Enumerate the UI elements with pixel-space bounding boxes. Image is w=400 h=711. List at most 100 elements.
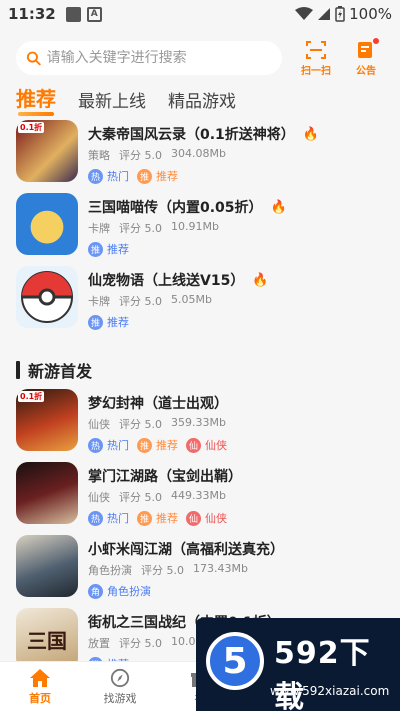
watermark-badge: 5 [206,632,264,690]
nav-find-games-label: 找游戏 [103,691,137,705]
game-size: 10.91Mb [171,220,219,233]
tab-bar: 推荐 最新上线 精品游戏 [0,80,400,116]
recommend-list: 0.1折 大秦帝国风云录（0.1折送神将） 🔥 策略 评分 5.0 304.08Mb … [0,120,400,337]
game-size: 10.0 [171,635,196,648]
roleplay-icon: 角 [88,583,103,599]
game-size: 449.33Mb [171,489,226,502]
home-icon [30,668,50,687]
nav-home[interactable]: 首页 [0,662,80,711]
game-item[interactable]: 小虾米闯江湖（高福利送真充） 角色扮演 评分 5.0 173.43Mb 角角色扮演 [16,535,384,606]
hot-icon: 热 [88,510,103,526]
pokeball-icon [21,271,73,323]
game-rating: 评分 5.0 [119,491,162,504]
signal-icon [318,8,331,20]
tab-featured[interactable]: 精品游戏 [168,87,236,116]
app-screen: 11:32 A 100% 扫一扫 公告 推荐 最新上线 [0,0,400,711]
scan-label: 扫一扫 [301,65,331,77]
notification-icon [65,6,81,22]
section-new-games: 新游首发 [0,353,400,387]
notice-label: 公告 [356,65,376,77]
game-category: 卡牌 [88,295,110,308]
game-size: 5.05Mb [171,293,212,306]
game-title: 小虾米闯江湖（高福利送真充） [88,542,284,558]
status-time: 11:32 [8,5,56,23]
tag-hot: 热热门 [88,168,129,184]
nav-find-games[interactable]: 找游戏 [80,662,160,711]
game-size: 173.43Mb [193,562,248,575]
scan-icon [306,40,326,59]
notice-button[interactable]: 公告 [346,37,386,77]
game-rating: 评分 5.0 [119,295,162,308]
tab-latest[interactable]: 最新上线 [78,87,146,116]
wifi-icon [295,7,314,20]
game-size: 304.08Mb [171,147,226,160]
game-thumbnail [16,535,78,597]
recommend-icon: 推 [88,314,103,330]
section-title: 新游首发 [28,362,93,381]
watermark-url: www.592xiazai.com [270,684,390,698]
game-category: 卡牌 [88,222,110,235]
game-thumbnail [16,462,78,524]
game-item[interactable]: 掌门江湖路（宝剑出鞘） 仙侠 评分 5.0 449.33Mb 热热门 推推荐 仙仙侠 [16,462,384,533]
tag-recommend: 推推荐 [137,437,178,453]
tag-hot: 热热门 [88,437,129,453]
battery-percent: 100% [349,5,392,23]
game-rating: 评分 5.0 [119,222,162,235]
notice-badge [373,37,379,44]
game-rating: 评分 5.0 [119,149,162,162]
tag-recommend: 推推荐 [137,168,178,184]
watermark-logo: 5 592下载 www.592xiazai.com [196,618,400,711]
game-thumbnail [16,193,78,255]
tag-roleplay: 角角色扮演 [88,583,151,599]
game-size: 359.33Mb [171,416,226,429]
compass-icon [110,668,130,687]
game-category: 放置 [88,637,110,650]
recommend-icon: 推 [137,437,152,453]
game-thumbnail: 0.1折 [16,120,78,182]
game-item[interactable]: 0.1折 梦幻封神（道士出观） 仙侠 评分 5.0 359.33Mb 热热门 推推荐… [16,389,384,460]
tag-xianxia: 仙仙侠 [186,510,227,526]
discount-badge: 0.1折 [18,391,45,402]
search-bar[interactable] [16,41,282,75]
nav-home-label: 首页 [29,691,51,705]
fire-icon: 🔥 [302,126,319,142]
game-rating: 评分 5.0 [141,564,184,577]
game-category: 角色扮演 [88,564,132,577]
game-category: 策略 [88,149,110,162]
game-rating: 评分 5.0 [119,418,162,431]
search-header: 扫一扫 公告 [0,28,400,80]
watermark-brand: 592下载 [274,636,371,711]
hot-icon: 热 [88,168,103,184]
thumbnail-text: 三国 [27,628,67,653]
fire-icon: 🔥 [270,199,287,215]
tag-hot: 热热门 [88,510,129,526]
tag-xianxia: 仙仙侠 [186,437,227,453]
battery-icon [335,6,345,22]
game-item[interactable]: 三国喵喵传（内置0.05折） 🔥 卡牌 评分 5.0 10.91Mb 推推荐 [16,193,384,264]
recommend-icon: 推 [137,510,152,526]
game-category: 仙侠 [88,418,110,431]
game-title: 三国喵喵传（内置0.05折） [88,200,263,216]
hot-icon: 热 [88,437,103,453]
game-thumbnail: 0.1折 [16,389,78,451]
game-rating: 评分 5.0 [119,637,162,650]
recommend-icon: 推 [137,168,152,184]
game-title: 梦幻封神（道士出观） [88,396,228,412]
game-title: 仙宠物语（上线送V15） [88,273,245,289]
tab-recommend[interactable]: 推荐 [16,83,56,116]
search-icon [26,51,41,66]
game-item[interactable]: 仙宠物语（上线送V15） 🔥 卡牌 评分 5.0 5.05Mb 推推荐 [16,266,384,337]
xianxia-icon: 仙 [186,437,201,453]
status-bar: 11:32 A 100% [0,0,400,28]
game-thumbnail [16,266,78,328]
game-item[interactable]: 0.1折 大秦帝国风云录（0.1折送神将） 🔥 策略 评分 5.0 304.08Mb … [16,120,384,191]
search-input[interactable] [46,50,272,66]
fire-icon: 🔥 [252,272,269,288]
status-right: 100% [295,5,392,23]
game-title: 大秦帝国风云录（0.1折送神将） [88,127,295,143]
scan-button[interactable]: 扫一扫 [296,40,336,77]
game-category: 仙侠 [88,491,110,504]
recommend-icon: 推 [88,241,103,257]
tag-recommend: 推推荐 [88,314,129,330]
app-notification-icon: A [86,6,102,22]
